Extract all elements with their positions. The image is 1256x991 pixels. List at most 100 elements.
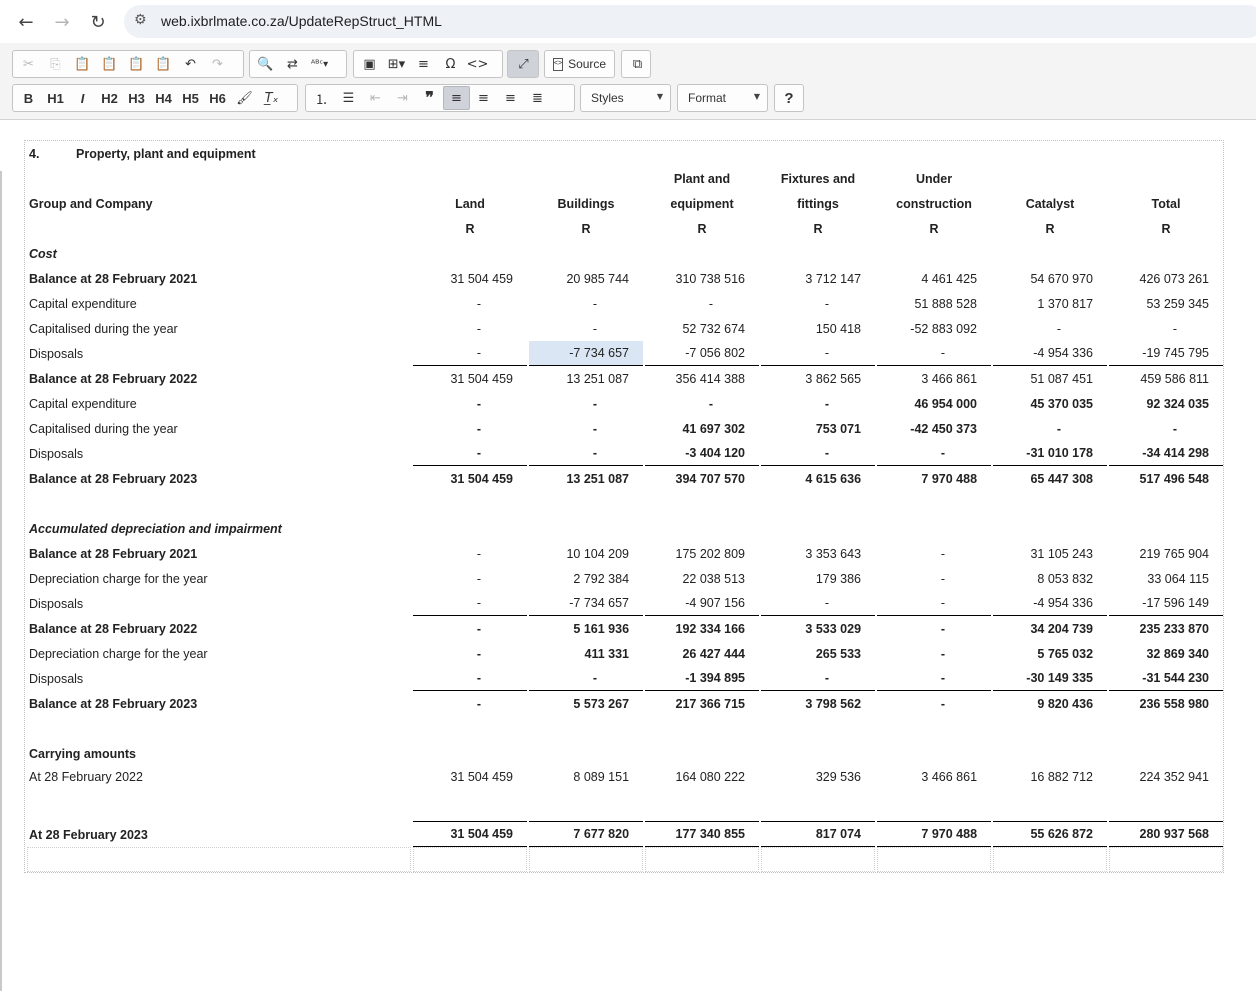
- value-cell[interactable]: 41 697 302: [645, 416, 759, 441]
- align-left-icon[interactable]: ≡: [443, 86, 470, 110]
- value-cell[interactable]: 459 586 811: [1109, 366, 1223, 391]
- italic-button[interactable]: I: [69, 86, 96, 110]
- value-cell[interactable]: -52 883 092: [877, 316, 991, 341]
- value-cell[interactable]: 179 386: [761, 566, 875, 591]
- value-cell[interactable]: 51 087 451: [993, 366, 1107, 391]
- value-cell[interactable]: 329 536: [761, 766, 876, 822]
- empty-cell[interactable]: [993, 847, 1108, 872]
- value-cell[interactable]: 5 161 936: [529, 616, 643, 641]
- value-cell[interactable]: 31 504 459: [413, 822, 527, 847]
- value-cell[interactable]: 52 732 674: [645, 316, 759, 341]
- value-cell[interactable]: -: [413, 341, 527, 366]
- value-cell[interactable]: -7 734 657: [529, 341, 644, 366]
- ppe-table[interactable]: 4. Property, plant and equipment Plant an…: [25, 141, 1225, 872]
- copy-format-icon[interactable]: 🖌: [231, 86, 258, 110]
- value-cell[interactable]: -: [993, 416, 1107, 441]
- value-cell[interactable]: 4 615 636: [761, 466, 875, 491]
- value-cell[interactable]: -: [413, 566, 527, 591]
- empty-cell[interactable]: [1109, 847, 1224, 872]
- value-cell[interactable]: 3 712 147: [761, 266, 875, 291]
- paste-text-icon[interactable]: 📋: [96, 52, 123, 76]
- value-cell[interactable]: 236 558 980: [1109, 691, 1223, 716]
- value-cell[interactable]: 3 466 861: [877, 766, 992, 822]
- value-cell[interactable]: -31 544 230: [1109, 666, 1224, 691]
- value-cell[interactable]: -: [877, 616, 991, 641]
- increase-indent-icon[interactable]: ⇥: [389, 86, 416, 110]
- value-cell[interactable]: -19 745 795: [1109, 341, 1224, 366]
- h3-button[interactable]: H3: [123, 86, 150, 110]
- help-button[interactable]: ?: [776, 86, 803, 110]
- value-cell[interactable]: 33 064 115: [1109, 566, 1223, 591]
- align-right-icon[interactable]: ≡: [497, 86, 524, 110]
- value-cell[interactable]: -: [413, 316, 527, 341]
- maximize-icon[interactable]: ⤢: [510, 52, 537, 76]
- value-cell[interactable]: -31 010 178: [993, 441, 1108, 466]
- paste-special-icon[interactable]: 📋: [150, 52, 177, 76]
- empty-cell[interactable]: [645, 847, 760, 872]
- value-cell[interactable]: -30 149 335: [993, 666, 1108, 691]
- h4-button[interactable]: H4: [150, 86, 177, 110]
- value-cell[interactable]: -: [645, 391, 759, 416]
- value-cell[interactable]: -: [529, 441, 644, 466]
- value-cell[interactable]: -17 596 149: [1109, 591, 1224, 616]
- value-cell[interactable]: 31 504 459: [413, 366, 527, 391]
- value-cell[interactable]: 3 466 861: [877, 366, 991, 391]
- find-icon[interactable]: 🔍: [252, 52, 279, 76]
- value-cell[interactable]: -4 954 336: [993, 591, 1108, 616]
- value-cell[interactable]: -: [413, 666, 527, 691]
- paste-word-icon[interactable]: 📋: [123, 52, 150, 76]
- value-cell[interactable]: 3 533 029: [761, 616, 875, 641]
- embed-code-icon[interactable]: <>: [464, 52, 491, 76]
- value-cell[interactable]: 517 496 548: [1109, 466, 1223, 491]
- value-cell[interactable]: -: [877, 341, 992, 366]
- value-cell[interactable]: -: [413, 591, 527, 616]
- value-cell[interactable]: 175 202 809: [645, 541, 759, 566]
- value-cell[interactable]: -: [761, 441, 876, 466]
- value-cell[interactable]: 8 053 832: [993, 566, 1107, 591]
- value-cell[interactable]: 280 937 568: [1109, 822, 1224, 847]
- url-text[interactable]: web.ixbrlmate.co.za/UpdateRepStruct_HTML: [161, 13, 442, 29]
- forward-arrow-icon[interactable]: →: [49, 9, 75, 35]
- value-cell[interactable]: 7 677 820: [529, 822, 644, 847]
- source-button[interactable]: <> Source: [547, 52, 612, 76]
- value-cell[interactable]: -: [529, 416, 643, 441]
- value-cell[interactable]: 10 104 209: [529, 541, 643, 566]
- empty-cell[interactable]: [413, 847, 527, 872]
- templates-icon[interactable]: ⧉: [624, 52, 651, 76]
- value-cell[interactable]: 224 352 941: [1109, 766, 1224, 822]
- value-cell[interactable]: 31 504 459: [413, 466, 527, 491]
- special-char-icon[interactable]: Ω: [437, 52, 464, 76]
- value-cell[interactable]: -: [761, 591, 876, 616]
- value-cell[interactable]: 356 414 388: [645, 366, 759, 391]
- editor-content[interactable]: 4. Property, plant and equipment Plant an…: [0, 121, 1256, 991]
- value-cell[interactable]: 13 251 087: [529, 366, 643, 391]
- decrease-indent-icon[interactable]: ⇤: [362, 86, 389, 110]
- site-info-icon[interactable]: ⚙: [134, 12, 152, 30]
- value-cell[interactable]: -: [413, 416, 527, 441]
- h6-button[interactable]: H6: [204, 86, 231, 110]
- value-cell[interactable]: 192 334 166: [645, 616, 759, 641]
- value-cell[interactable]: 26 427 444: [645, 641, 759, 666]
- bold-button[interactable]: B: [15, 86, 42, 110]
- table-icon[interactable]: ⊞▾: [383, 52, 410, 76]
- value-cell[interactable]: -: [877, 541, 991, 566]
- value-cell[interactable]: 219 765 904: [1109, 541, 1223, 566]
- value-cell[interactable]: -: [413, 541, 527, 566]
- value-cell[interactable]: -: [993, 316, 1107, 341]
- bulleted-list-icon[interactable]: ☰: [335, 86, 362, 110]
- value-cell[interactable]: -: [761, 391, 875, 416]
- empty-cell[interactable]: [877, 847, 992, 872]
- value-cell[interactable]: -: [1109, 416, 1223, 441]
- value-cell[interactable]: -4 907 156: [645, 591, 760, 616]
- value-cell[interactable]: 3 353 643: [761, 541, 875, 566]
- value-cell[interactable]: 31 504 459: [413, 266, 527, 291]
- value-cell[interactable]: 426 073 261: [1109, 266, 1223, 291]
- value-cell[interactable]: -: [529, 666, 644, 691]
- value-cell[interactable]: 51 888 528: [877, 291, 991, 316]
- spellcheck-icon[interactable]: ᴬᴮᶜ▾: [306, 52, 333, 76]
- value-cell[interactable]: -4 954 336: [993, 341, 1108, 366]
- value-cell[interactable]: 394 707 570: [645, 466, 759, 491]
- value-cell[interactable]: 7 970 488: [877, 466, 991, 491]
- blockquote-icon[interactable]: ❞: [416, 86, 443, 110]
- value-cell[interactable]: 5 573 267: [529, 691, 643, 716]
